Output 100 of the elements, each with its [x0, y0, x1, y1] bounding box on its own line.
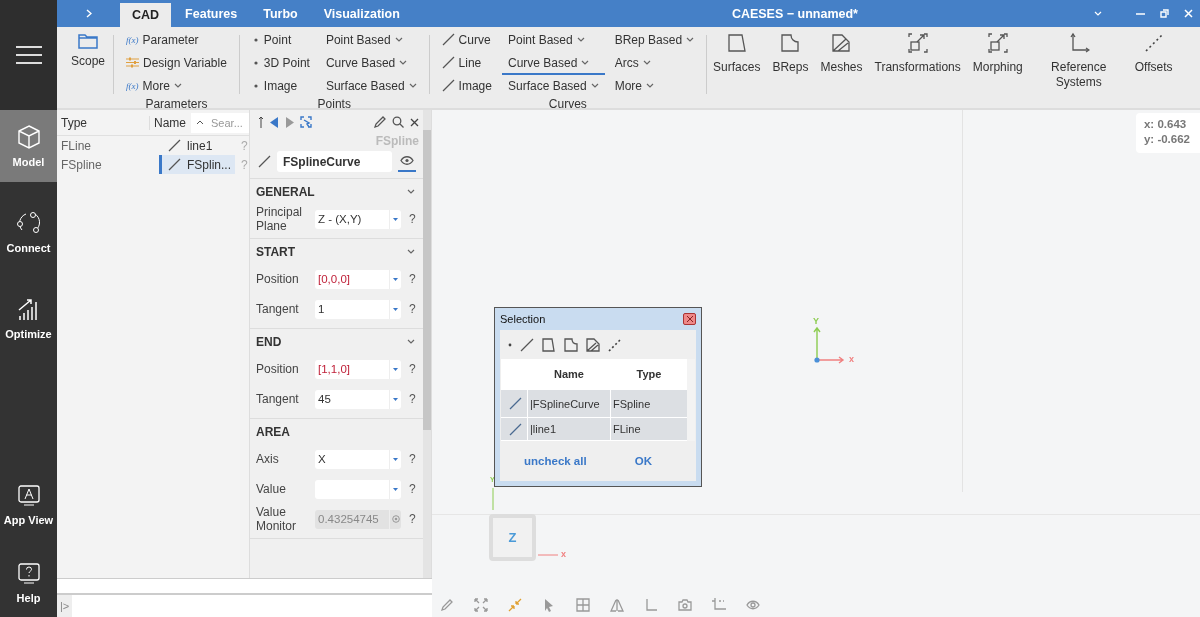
ribbon-button[interactable]: Surface Based [501, 75, 605, 98]
search-field[interactable]: Sear... [209, 112, 249, 133]
camera-button[interactable] [678, 598, 692, 612]
ribbon-button[interactable]: Point Based [501, 29, 605, 52]
ribbon-button[interactable]: Point Based [319, 29, 423, 52]
quad-surface-icon[interactable] [542, 337, 556, 352]
select-icon[interactable] [300, 116, 312, 128]
pencil-button[interactable] [440, 598, 454, 612]
ribbon-button[interactable]: Curve Based [319, 52, 423, 75]
search-icon[interactable] [392, 116, 404, 128]
ribbon-button[interactable]: Arcs [608, 52, 701, 75]
help-mark[interactable]: ? [409, 512, 416, 526]
dropdown-field[interactable]: Z - (X,Y) [315, 209, 401, 229]
minimize-icon [1135, 12, 1145, 15]
chevron-down-icon[interactable] [407, 249, 415, 254]
dotted-line-icon[interactable] [608, 337, 622, 352]
table-cell: |line1 [528, 418, 610, 440]
ribbon-button[interactable]: Morphing [966, 29, 1029, 108]
dialog-button[interactable]: OK [628, 454, 658, 468]
scrollbar[interactable] [687, 359, 695, 441]
sidebar-item[interactable]: Optimize [0, 282, 57, 354]
line-icon [441, 33, 455, 46]
name-field[interactable]: FSplineCurve [277, 151, 392, 172]
dropdown-field[interactable]: [1,1,0] [315, 359, 401, 379]
dropdown-arrow-icon [393, 307, 398, 311]
help-mark[interactable]: ? [409, 272, 416, 286]
sidebar-item[interactable]: Connect [0, 196, 57, 268]
ribbon-button[interactable]: Transformations [868, 29, 967, 108]
curved-shape-icon [779, 32, 802, 54]
dialog-button[interactable]: uncheck all [518, 454, 593, 468]
close-icon[interactable] [410, 117, 419, 127]
help-mark[interactable]: ? [409, 212, 416, 226]
axes-button[interactable] [644, 598, 658, 612]
ribbon-button[interactable]: BRep Based [608, 29, 701, 52]
tree-item[interactable]: FSplin... [159, 155, 235, 174]
ribbon-button[interactable]: More [608, 75, 701, 98]
mesh-icon [830, 32, 853, 54]
ribbon-button[interactable]: 3D Point [245, 52, 316, 75]
eye-button[interactable] [746, 598, 760, 612]
ribbon-button[interactable]: Offsets [1128, 29, 1179, 108]
mirror-triangle-button[interactable] [610, 598, 624, 612]
table-cell: |FSplineCurve [528, 390, 610, 417]
function-symbol: f(x) [126, 34, 139, 45]
ribbon-button[interactable]: Design Variable [120, 52, 233, 75]
table-cell: FSpline [611, 390, 687, 417]
ribbon-tab[interactable]: CAD [120, 3, 172, 27]
scope-button[interactable]: Scope [57, 29, 114, 89]
ribbon-button[interactable]: Image [435, 75, 498, 98]
tree-item[interactable]: line1 [159, 136, 235, 155]
sidebar-item[interactable]: App View [0, 475, 57, 535]
ribbon-button[interactable]: Point [245, 29, 316, 52]
ribbon-button[interactable]: f(x) More [120, 75, 233, 98]
menu-button[interactable] [0, 0, 57, 110]
y-axis-line [492, 488, 494, 510]
ribbon-tab[interactable]: Visualization [311, 0, 412, 27]
forward-icon[interactable] [285, 116, 294, 128]
help-mark[interactable]: ? [409, 302, 416, 316]
pencil-icon[interactable] [374, 116, 386, 128]
dropdown-field[interactable] [315, 479, 401, 499]
grid-button[interactable] [576, 598, 590, 612]
scrollbar[interactable] [423, 110, 431, 578]
line-icon[interactable] [520, 337, 534, 352]
dropdown-field[interactable]: [0,0,0] [315, 269, 401, 289]
ribbon-button[interactable]: Image [245, 75, 316, 98]
pencil-icon [440, 598, 454, 612]
ribbon-button[interactable]: Surfaces [707, 29, 767, 108]
ribbon-tab[interactable]: Features [173, 0, 250, 27]
dropdown-field[interactable]: 45 [315, 389, 401, 409]
back-icon[interactable] [270, 116, 279, 128]
help-mark[interactable]: ? [409, 362, 416, 376]
field-label: Principal Plane [256, 205, 304, 233]
dot-icon[interactable] [508, 342, 512, 347]
sidebar-item[interactable]: Model [0, 110, 57, 182]
sidebar-item[interactable]: Help [0, 553, 57, 613]
field-label: Value [256, 482, 287, 496]
ribbon-button[interactable]: Curve Based [501, 52, 605, 75]
ribbon-button[interactable]: Surface Based [319, 75, 423, 98]
help-mark[interactable]: ? [409, 452, 416, 466]
ribbon-button[interactable]: Line [435, 52, 498, 75]
curved-shape-icon[interactable] [564, 337, 578, 352]
help-mark[interactable]: ? [409, 482, 416, 496]
expand-button[interactable] [474, 598, 488, 612]
mesh-icon[interactable] [586, 337, 600, 352]
dropdown-field[interactable]: X [315, 449, 401, 469]
ribbon-button[interactable]: BReps [766, 29, 815, 108]
ribbon-button[interactable]: Curve [435, 29, 498, 52]
dropdown-field[interactable]: 1 [315, 299, 401, 319]
field-label: Axis [256, 452, 280, 466]
group-label: Parameters [144, 98, 209, 110]
ribbon-button[interactable]: Reference Systems [1028, 29, 1129, 108]
help-mark[interactable]: ? [409, 392, 416, 406]
ribbon-button[interactable]: f(x) Parameter [120, 29, 233, 52]
chevron-down-icon[interactable] [407, 339, 415, 344]
ribbon-button[interactable]: Meshes [814, 29, 869, 108]
close-button[interactable] [683, 313, 696, 325]
crop-button[interactable] [712, 598, 726, 612]
collapse-button[interactable] [508, 598, 522, 612]
scale-icon [986, 32, 1009, 54]
chevron-down-icon[interactable] [407, 189, 415, 194]
ribbon-tab[interactable]: Turbo [251, 0, 310, 27]
